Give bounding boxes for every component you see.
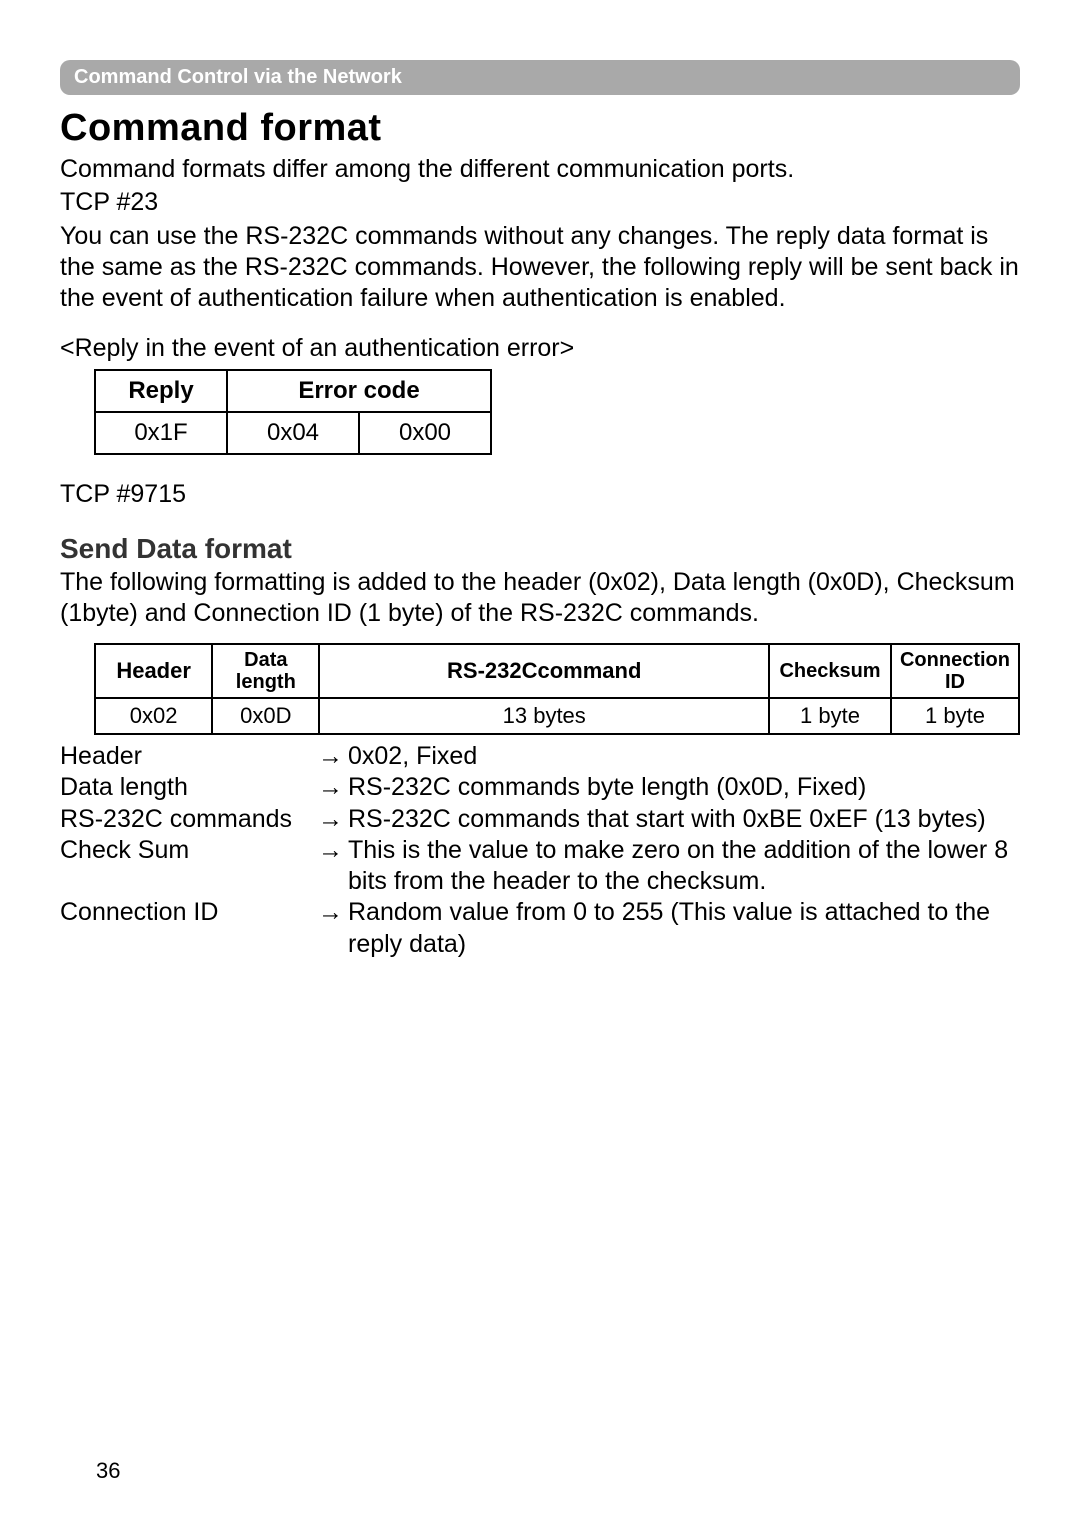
def-desc: RS-232C commands that start with 0xBE 0x… [348, 804, 1020, 835]
definitions-list: Header → 0x02, Fixed Data length → RS-23… [60, 741, 1020, 960]
td-conn-val: 1 byte [891, 698, 1019, 734]
def-row-connection-id: Connection ID → Random value from 0 to 2… [60, 897, 1020, 960]
td-header-val: 0x02 [95, 698, 212, 734]
td-datalen-val: 0x0D [212, 698, 319, 734]
arrow-icon: → [318, 741, 348, 772]
def-term: Data length [60, 772, 318, 803]
send-data-desc: The following formatting is added to the… [60, 567, 1020, 630]
arrow-icon: → [318, 897, 348, 928]
th-reply: Reply [95, 370, 227, 412]
td-checksum-val: 1 byte [769, 698, 891, 734]
def-row-data-length: Data length → RS-232C commands byte leng… [60, 772, 1020, 803]
def-desc: RS-232C commands byte length (0x0D, Fixe… [348, 772, 1020, 803]
intro-paragraph-1: Command formats differ among the differe… [60, 154, 1020, 185]
def-term: Check Sum [60, 835, 318, 866]
def-desc: Random value from 0 to 255 (This value i… [348, 897, 1020, 960]
arrow-icon: → [318, 804, 348, 835]
intro-paragraph-2: You can use the RS-232C commands without… [60, 221, 1020, 315]
def-desc: 0x02, Fixed [348, 741, 1020, 772]
th-data-length: Data length [212, 644, 319, 698]
send-data-format-title: Send Data format [60, 533, 1020, 565]
def-term: Header [60, 741, 318, 772]
auth-error-caption: <Reply in the event of an authentication… [60, 334, 1020, 363]
td-error1: 0x04 [227, 412, 359, 454]
auth-error-table: Reply Error code 0x1F 0x04 0x00 [94, 369, 492, 455]
page-number: 36 [96, 1458, 120, 1484]
def-row-checksum: Check Sum → This is the value to make ze… [60, 835, 1020, 898]
th-error-code: Error code [227, 370, 491, 412]
arrow-icon: → [318, 835, 348, 866]
th-rs232c-command: RS-232Ccommand [319, 644, 769, 698]
send-data-table: Header Data length RS-232Ccommand Checks… [94, 643, 1020, 735]
th-header: Header [95, 644, 212, 698]
def-desc: This is the value to make zero on the ad… [348, 835, 1020, 898]
td-error2: 0x00 [359, 412, 491, 454]
def-term: Connection ID [60, 897, 318, 928]
th-connection-id: Connection ID [891, 644, 1019, 698]
def-term: RS-232C commands [60, 804, 318, 835]
def-row-header: Header → 0x02, Fixed [60, 741, 1020, 772]
tcp23-label: TCP #23 [60, 187, 1020, 218]
th-checksum: Checksum [769, 644, 891, 698]
arrow-icon: → [318, 772, 348, 803]
def-row-rs232c: RS-232C commands → RS-232C commands that… [60, 804, 1020, 835]
tcp9715-label: TCP #9715 [60, 479, 1020, 510]
td-cmd-val: 13 bytes [319, 698, 769, 734]
td-reply-value: 0x1F [95, 412, 227, 454]
breadcrumb: Command Control via the Network [60, 60, 1020, 95]
section-title: Command format [60, 107, 1020, 150]
